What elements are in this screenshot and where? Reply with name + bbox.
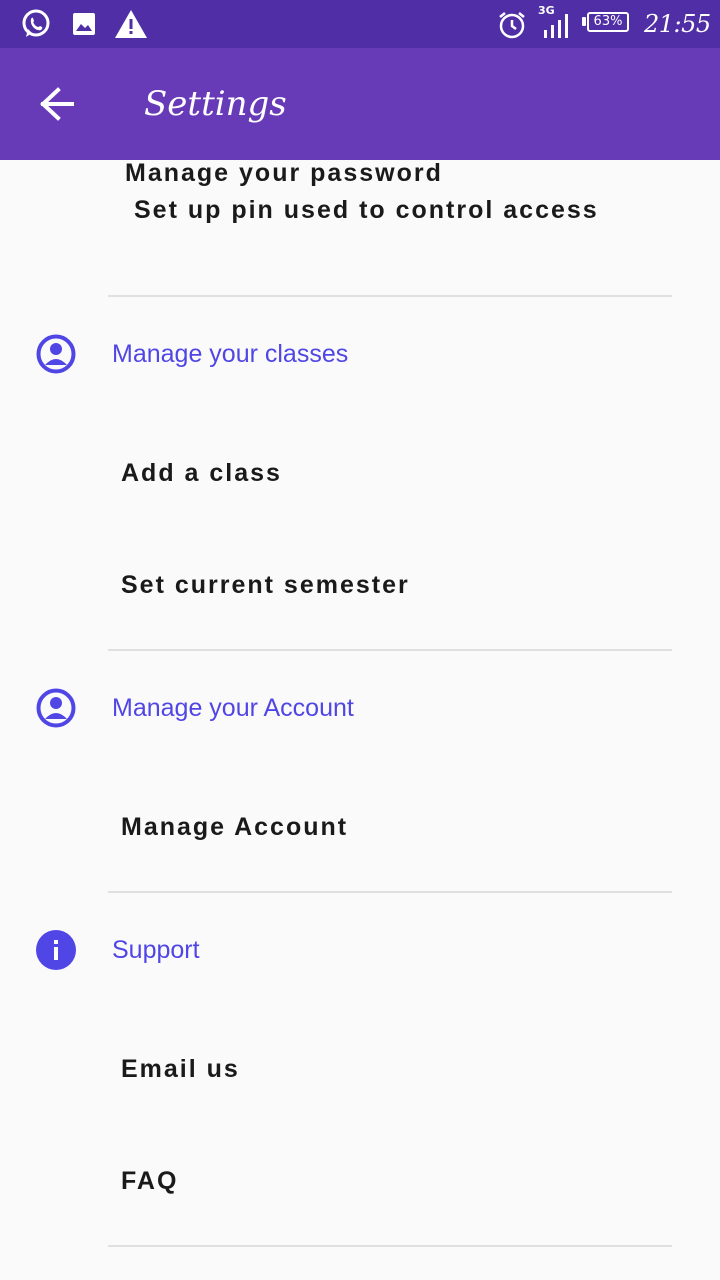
divider (108, 891, 672, 893)
set-semester-item[interactable]: Set current semester (121, 571, 410, 600)
setup-pin-item[interactable]: Set up pin used to control access (134, 196, 599, 225)
status-bar: 3G 63% 21:55 (0, 0, 720, 48)
clock: 21:55 (644, 10, 711, 38)
page-title: Settings (144, 84, 287, 124)
signal-3g-icon (544, 14, 568, 38)
alarm-icon (499, 12, 525, 39)
app-bar: Settings (0, 48, 720, 160)
divider (108, 1245, 672, 1247)
email-us-item[interactable]: Email us (121, 1055, 240, 1084)
manage-account-item[interactable]: Manage Account (121, 813, 348, 842)
section-title-account: Manage your Account (112, 694, 354, 722)
whatsapp-icon (22, 9, 50, 37)
battery-icon: 63% (587, 12, 629, 32)
image-icon (73, 13, 95, 35)
back-button[interactable] (30, 82, 82, 126)
arrow-back-icon (40, 87, 74, 121)
manage-password-item[interactable]: Manage your password (125, 159, 443, 188)
section-title-classes: Manage your classes (112, 340, 349, 368)
divider (108, 295, 672, 297)
divider (108, 649, 672, 651)
warning-icon (115, 10, 147, 38)
section-title-support: Support (112, 936, 200, 964)
info-icon (36, 930, 76, 970)
settings-list: Manage your password Set up pin used to … (0, 159, 720, 1280)
add-class-item[interactable]: Add a class (121, 459, 282, 488)
account-circle-icon (36, 688, 76, 728)
faq-item[interactable]: FAQ (121, 1167, 178, 1196)
battery-tip (582, 17, 586, 26)
account-circle-icon (36, 334, 76, 374)
